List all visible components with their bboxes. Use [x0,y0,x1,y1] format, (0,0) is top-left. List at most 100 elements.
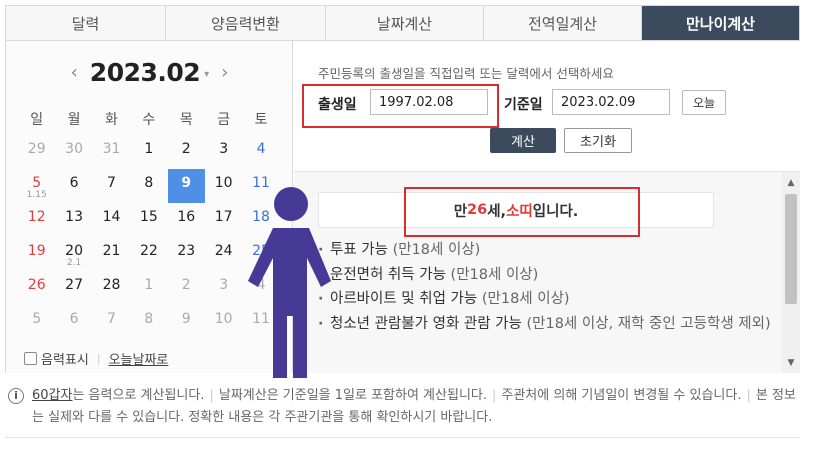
day-number: 8 [144,311,154,327]
calendar-week: 19 20 2.1 21 22 23 24 25 [18,237,280,271]
day-number: 24 [214,243,233,259]
scroll-up-icon[interactable]: ▲ [782,174,800,192]
list-item-note: (만18세 이상) [445,266,539,283]
calendar-day[interactable]: 26 [18,271,55,305]
calendar-day[interactable]: 17 [205,203,242,237]
day-number: 27 [65,277,83,293]
list-item: 운전면허 취득 가능 (만18세 이상) [318,263,773,288]
calendar-day[interactable]: 3 [205,271,242,305]
scroll-down-icon[interactable]: ▼ [782,354,800,372]
calendar-day[interactable]: 1 [130,135,167,169]
base-date-input[interactable] [552,89,670,115]
day-number: 7 [107,311,116,327]
calendar-day[interactable]: 3 [205,135,242,169]
list-item-note: (만18세 이상) [387,242,481,258]
birth-highlight-box [302,84,499,128]
eligibility-list: 투표 가능 (만18세 이상)운전면허 취득 가능 (만18세 이상)아르바이트… [318,238,773,336]
calendar-day[interactable]: 21 [93,237,130,271]
today-link[interactable]: 오늘날짜로 [109,349,169,368]
day-number: 8 [144,175,154,191]
day-number: 9 [181,311,191,327]
result-panel: 만 26 세, 소띠 입니다. 투표 가능 (만18세 이상)운전면허 취득 가… [294,171,800,373]
calendar-day[interactable]: 15 [130,203,167,237]
calendar-day-selected[interactable]: 9 [167,169,205,203]
divider: | [96,352,101,365]
day-number: 1 [144,277,154,293]
prev-month-button[interactable]: ‹ [59,62,90,83]
day-number: 10 [214,175,233,191]
calendar-day[interactable]: 9 [168,305,205,339]
calendar-day[interactable]: 2 [168,135,205,169]
calendar-day[interactable]: 27 [55,271,92,305]
info-icon: i [8,388,24,404]
weekday-label: 월 [67,112,81,128]
calendar-day[interactable]: 16 [168,203,205,237]
calendar-day[interactable]: 22 [130,237,167,271]
calendar-day[interactable]: 13 [55,203,92,237]
day-number: 22 [139,243,158,259]
calendar-week: 5 6 7 8 9 10 11 [18,305,280,339]
tab-discharge-calc[interactable]: 전역일계산 [484,6,642,40]
calendar-day[interactable]: 30 [55,135,92,169]
calendar-day[interactable]: 20 2.1 [55,237,92,271]
result-highlight-box [404,187,640,237]
day-number: 9 [181,175,192,191]
sexagenary-link[interactable]: 60갑자 [32,388,72,403]
calendar-day[interactable]: 31 [93,135,130,169]
tab-age-calc[interactable]: 만나이계산 [642,6,799,40]
tab-lunar-convert[interactable]: 양음력변환 [166,6,326,40]
calendar-day[interactable]: 10 [205,169,242,203]
calendar-day[interactable]: 6 [55,305,92,339]
calendar-day[interactable]: 7 [93,169,130,203]
calendar-day[interactable]: 1 [130,271,167,305]
day-number: 17 [214,209,233,225]
scroll-thumb[interactable] [785,194,797,304]
calendar-day[interactable]: 2 [168,271,205,305]
calendar-day[interactable]: 6 [55,169,92,203]
day-number: 3 [219,141,229,157]
note-text-3: 주관처에 의해 기념일이 변경될 수 있습니다. [501,388,742,403]
calendar-day[interactable]: 5 [18,305,55,339]
calendar-day[interactable]: 28 [93,271,130,305]
list-item: 아르바이트 및 취업 가능 (만18세 이상) [318,287,773,312]
calendar-week: 29 30 31 1 2 3 4 [18,135,280,169]
calendar-title: 2023.02 [89,57,201,87]
calendar-day[interactable]: 19 [18,237,55,271]
day-number: 5 [32,175,42,191]
list-item-note: (만18세 이상) [477,291,570,307]
weekday-label: 일 [30,112,44,128]
lunar-date: 2.1 [66,258,82,268]
calendar-day[interactable]: 8 [130,305,167,339]
day-number: 2 [181,277,191,293]
next-month-button[interactable]: › [209,62,240,83]
today-button[interactable]: 오늘 [682,90,726,115]
calendar-day[interactable]: 5 1.15 [18,169,55,203]
day-number: 4 [256,141,266,157]
calendar-header: ‹ 2023.02 ▾ › [6,55,293,89]
tab-date-calc[interactable]: 날짜계산 [326,6,484,40]
scrollbar[interactable]: ▲ ▼ [782,172,800,373]
calendar-day[interactable]: 7 [93,305,130,339]
calendar-day[interactable]: 23 [168,237,205,271]
calendar-day[interactable]: 29 [18,135,55,169]
main-panel: ‹ 2023.02 ▾ › 일 월 화 수 목 금 토 29 30 31 1 2 3 4 5 1.15 6 7 8 9… [5,41,800,373]
calendar-day[interactable]: 10 [205,305,242,339]
calendar-day[interactable]: 8 [130,169,167,203]
base-label: 기준일 [504,97,543,113]
weekday-label: 금 [217,112,231,128]
day-number: 31 [102,141,121,157]
calendar-day[interactable]: 14 [93,203,130,237]
lunar-toggle-label[interactable]: 음력표시 [41,349,89,368]
weekday-label: 수 [142,112,156,128]
weekday-label: 토 [254,112,268,128]
day-number: 21 [102,243,121,259]
tab-calendar[interactable]: 달력 [6,6,166,40]
day-number: 29 [27,141,46,157]
reset-button[interactable]: 초기화 [564,128,632,153]
calendar-day[interactable]: 4 [242,135,279,169]
lunar-checkbox[interactable] [24,352,37,365]
input-form: 주민등록의 출생일을 직접입력 또는 달력에서 선택하세요 출생일 기준일 오늘… [294,41,800,171]
calendar-day[interactable]: 12 [18,203,55,237]
calculate-button[interactable]: 계산 [490,128,556,153]
calendar-day[interactable]: 24 [205,237,242,271]
